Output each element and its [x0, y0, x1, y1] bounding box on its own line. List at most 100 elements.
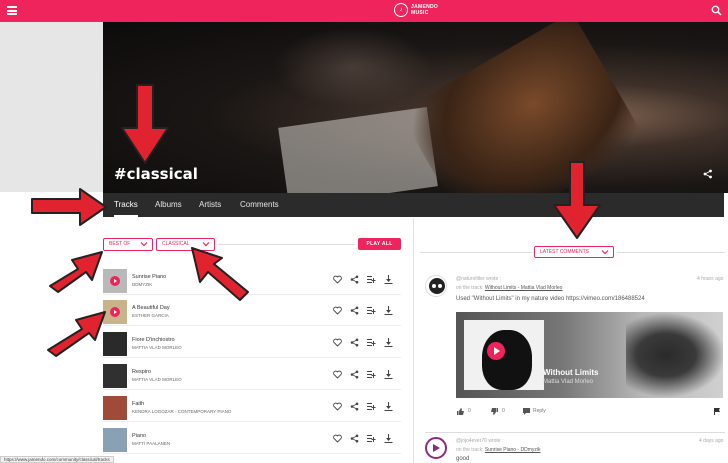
add-to-playlist-icon[interactable] — [367, 434, 376, 443]
heart-icon[interactable] — [333, 402, 342, 411]
track-title[interactable]: Fiore D'inchiostro — [132, 337, 175, 343]
track-row[interactable]: Fiore D'inchiostro MATTIA VLAD MORLEO — [103, 328, 401, 358]
logo-text: JAMENDO MUSIC — [411, 4, 439, 16]
user-avatar-icon — [429, 278, 445, 294]
add-to-playlist-icon[interactable] — [367, 306, 376, 315]
heart-icon[interactable] — [333, 434, 342, 443]
tab-artists[interactable]: Artists — [199, 193, 221, 217]
menu-icon[interactable] — [7, 6, 17, 15]
comment-text: Used "Without Limits" in my nature video… — [456, 296, 645, 302]
track-title[interactable]: Respiro — [132, 369, 151, 375]
track-title[interactable]: Sunrise Piano — [132, 274, 166, 280]
divider — [425, 432, 725, 433]
track-thumbnail[interactable] — [103, 428, 127, 452]
column-divider — [413, 218, 414, 463]
tab-tracks[interactable]: Tracks — [114, 193, 138, 217]
jamendo-logo[interactable]: ♪ JAMENDO MUSIC — [394, 3, 438, 17]
add-to-playlist-icon[interactable] — [367, 338, 376, 347]
share-icon[interactable] — [350, 370, 359, 379]
play-icon[interactable] — [110, 307, 120, 317]
track-link[interactable]: Sunrise Piano - DDmyzik — [485, 447, 541, 453]
share-icon[interactable] — [350, 338, 359, 347]
heart-icon[interactable] — [333, 338, 342, 347]
add-to-playlist-icon[interactable] — [367, 402, 376, 411]
track-thumbnail[interactable] — [103, 396, 127, 420]
track-row[interactable]: A Beautiful Day ESTHER GARCIA — [103, 296, 401, 326]
avatar[interactable] — [425, 437, 447, 459]
thumbs-up-icon[interactable] — [457, 408, 464, 415]
embed-artist[interactable]: Mattia Vlad Morleo — [543, 379, 593, 385]
track-artist[interactable]: KENDRA LOGOZAR - CONTEMPORARY PIANO — [132, 409, 231, 414]
track-thumbnail[interactable] — [103, 364, 127, 388]
track-thumbnail[interactable] — [103, 332, 127, 356]
status-bar-url: https://www.jamendo.com/community/classi… — [0, 456, 114, 463]
tab-albums[interactable]: Albums — [155, 193, 182, 217]
track-artist[interactable]: DDMYZIK — [132, 282, 152, 287]
heart-icon[interactable] — [333, 370, 342, 379]
share-icon[interactable] — [350, 275, 359, 284]
play-icon — [433, 444, 440, 452]
sort-select[interactable]: BEST OF — [103, 238, 153, 251]
track-row[interactable]: Piano MATTI PAALANEN — [103, 424, 401, 454]
avatar[interactable] — [425, 275, 447, 297]
reply-link[interactable]: Reply — [533, 408, 546, 414]
track-artist[interactable]: ESTHER GARCIA — [132, 313, 169, 318]
chevron-down-icon — [202, 242, 210, 247]
tab-bar: Tracks Albums Artists Comments — [103, 193, 724, 217]
comment-time: 4 hours ago — [697, 276, 724, 282]
comment-track-ref: on the track: Sunrise Piano - DDmyzik — [456, 447, 541, 453]
track-artist[interactable]: MATTIA VLAD MORLEO — [132, 377, 182, 382]
comments-sort-select[interactable]: LATEST COMMENTS — [534, 246, 614, 258]
track-title[interactable]: Faith — [132, 401, 144, 407]
share-icon[interactable] — [350, 434, 359, 443]
heart-icon[interactable] — [333, 275, 342, 284]
track-title[interactable]: A Beautiful Day — [132, 305, 170, 311]
share-icon[interactable] — [703, 169, 713, 179]
chevron-down-icon — [140, 242, 148, 247]
play-all-button[interactable]: PLAY ALL — [358, 238, 401, 250]
comment-text: good — [456, 456, 470, 462]
flag-icon[interactable] — [714, 408, 721, 415]
comment-time: 4 days ago — [699, 438, 724, 444]
divider — [617, 252, 725, 253]
download-icon[interactable] — [384, 306, 393, 315]
share-icon[interactable] — [350, 306, 359, 315]
download-icon[interactable] — [384, 402, 393, 411]
share-icon[interactable] — [350, 402, 359, 411]
top-bar: ♪ JAMENDO MUSIC — [0, 0, 728, 22]
add-to-playlist-icon[interactable] — [367, 370, 376, 379]
chevron-down-icon — [601, 250, 609, 255]
tab-comments[interactable]: Comments — [240, 193, 279, 217]
download-icon[interactable] — [384, 370, 393, 379]
track-thumbnail[interactable] — [103, 269, 127, 293]
search-icon[interactable] — [711, 5, 722, 16]
divider — [420, 252, 532, 253]
track-link[interactable]: Without Limits - Mattia Vlad Morleo — [485, 285, 563, 291]
track-title[interactable]: Piano — [132, 433, 146, 439]
genre-select[interactable]: CLASSICAL — [156, 238, 215, 251]
track-thumbnail[interactable] — [103, 300, 127, 324]
like-count: 0 — [468, 408, 471, 414]
download-icon[interactable] — [384, 434, 393, 443]
track-artist[interactable]: MATTI PAALANEN — [132, 441, 170, 446]
download-icon[interactable] — [384, 275, 393, 284]
heart-icon[interactable] — [333, 306, 342, 315]
track-artist[interactable]: MATTIA VLAD MORLEO — [132, 345, 182, 350]
play-icon[interactable] — [110, 276, 120, 286]
comment-author[interactable]: @jojo4ever70 wrote : — [456, 438, 503, 444]
embed-title[interactable]: Without Limits — [543, 368, 598, 377]
logo-mark-icon: ♪ — [394, 3, 408, 17]
track-row[interactable]: Respiro MATTIA VLAD MORLEO — [103, 360, 401, 390]
comment-author[interactable]: @naturefilter wrote : — [456, 276, 501, 282]
play-icon[interactable] — [487, 342, 505, 360]
reply-icon[interactable] — [523, 408, 530, 415]
divider — [218, 244, 355, 245]
track-embed-card[interactable]: Without Limits Mattia Vlad Morleo — [456, 312, 723, 398]
page-title: #classical — [114, 165, 198, 183]
thumbs-down-icon[interactable] — [491, 408, 498, 415]
track-row[interactable]: Sunrise Piano DDMYZIK — [103, 265, 401, 295]
download-icon[interactable] — [384, 338, 393, 347]
track-row[interactable]: Faith KENDRA LOGOZAR - CONTEMPORARY PIANO — [103, 392, 401, 422]
comment-track-ref: on the track: Without Limits - Mattia Vl… — [456, 285, 563, 291]
add-to-playlist-icon[interactable] — [367, 275, 376, 284]
